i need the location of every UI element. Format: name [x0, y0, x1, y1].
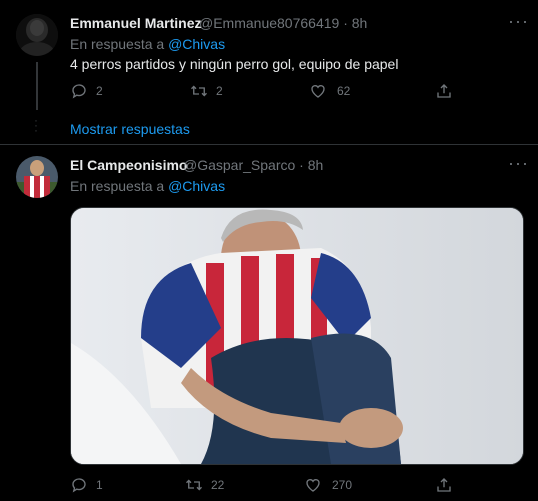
retweet-icon — [186, 479, 202, 491]
reply-icon — [72, 478, 86, 493]
separator: · — [343, 15, 348, 31]
like-button[interactable]: 62 — [309, 82, 350, 100]
photo-image — [71, 208, 523, 464]
like-count: 270 — [332, 478, 353, 492]
timestamp[interactable]: 8h — [308, 157, 324, 173]
avatar-image — [16, 156, 58, 198]
author-name[interactable]: El Campeonisimo — [70, 157, 187, 173]
reply-context: En respuesta a @Chivas — [70, 36, 225, 52]
author-name[interactable]: Emmanuel Martinez — [70, 15, 201, 31]
share-button[interactable] — [435, 476, 453, 494]
handle-text[interactable]: @Emmanue80766419 — [199, 15, 339, 31]
share-icon — [437, 478, 451, 492]
show-replies-link[interactable]: Mostrar respuestas — [70, 121, 190, 137]
share-icon — [437, 84, 451, 98]
timestamp[interactable]: 8h — [352, 15, 368, 31]
reply-prefix: En respuesta a — [70, 178, 165, 194]
retweet-icon — [191, 85, 207, 97]
reply-count: 1 — [96, 478, 103, 492]
tweet-photo[interactable] — [70, 207, 524, 465]
thread-dots-icon: · · · — [34, 113, 38, 137]
retweet-count: 2 — [216, 84, 223, 98]
avatar[interactable] — [16, 156, 58, 198]
divider — [0, 144, 538, 145]
heart-icon — [311, 85, 325, 98]
retweet-button[interactable]: 22 — [185, 476, 224, 494]
handle-text[interactable]: @Gaspar_Sparco — [183, 157, 295, 173]
reply-button[interactable]: 1 — [70, 476, 103, 494]
retweet-button[interactable]: 2 — [190, 82, 223, 100]
reply-mention-link[interactable]: @Chivas — [168, 178, 225, 194]
thread-line — [36, 62, 38, 110]
avatar-image — [16, 14, 58, 56]
heart-icon — [306, 479, 320, 492]
author-handle[interactable]: @Emmanue80766419 · 8h — [199, 15, 367, 31]
avatar[interactable] — [16, 14, 58, 56]
like-button[interactable]: 270 — [304, 476, 352, 494]
reply-button[interactable]: 2 — [70, 82, 103, 100]
tweet-text: 4 perros partidos y ningún perro gol, eq… — [70, 56, 399, 72]
like-count: 62 — [337, 84, 351, 98]
share-button[interactable] — [435, 82, 453, 100]
author-handle[interactable]: @Gaspar_Sparco · 8h — [183, 157, 323, 173]
reply-mention-link[interactable]: @Chivas — [168, 36, 225, 52]
more-options-icon[interactable]: ··· — [508, 154, 529, 172]
more-options-icon[interactable]: ··· — [508, 12, 529, 30]
reply-count: 2 — [96, 84, 103, 98]
retweet-count: 22 — [211, 478, 225, 492]
reply-icon — [72, 84, 86, 99]
reply-context: En respuesta a @Chivas — [70, 178, 225, 194]
separator: · — [299, 157, 304, 173]
reply-prefix: En respuesta a — [70, 36, 165, 52]
